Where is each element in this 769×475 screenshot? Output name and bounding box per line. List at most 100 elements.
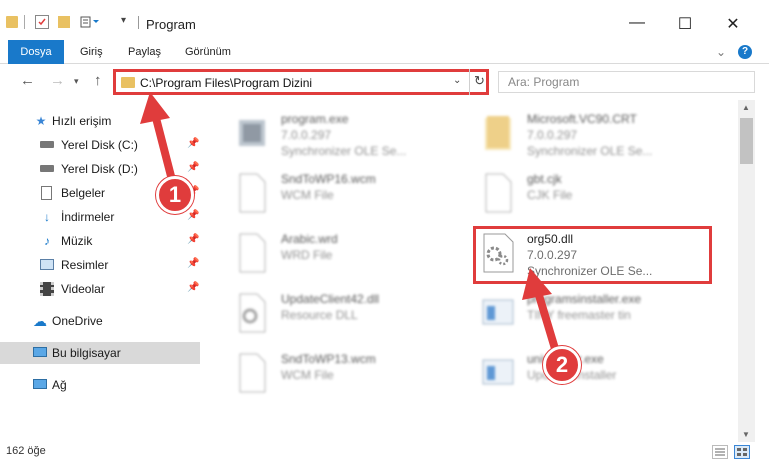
file-name: program.exe — [281, 112, 349, 126]
new-folder-icon[interactable] — [58, 16, 70, 28]
minimize-button[interactable]: — — [622, 14, 652, 34]
file-item[interactable]: Arabic.wrd WRD File — [235, 228, 475, 284]
sidebar-item-label: OneDrive — [52, 314, 103, 328]
title-separator — [138, 16, 139, 29]
tab-view[interactable]: Görünüm — [185, 40, 231, 64]
folder-icon — [6, 16, 18, 28]
drive-icon — [40, 165, 54, 172]
file-item[interactable]: programsinstaller.exe TINY freemaster ti… — [481, 288, 721, 344]
sidebar-item-label: Hızlı erişim — [52, 114, 112, 128]
file-description: Synchronizer OLE Se... — [527, 144, 653, 158]
sidebar-item-label: Bu bilgisayar — [52, 346, 121, 360]
help-icon[interactable]: ? — [738, 45, 752, 59]
vertical-scrollbar[interactable]: ▲ ▼ — [738, 100, 755, 442]
sidebar-item-videos[interactable]: Videolar 📌 — [0, 278, 200, 300]
tab-share[interactable]: Paylaş — [128, 40, 161, 64]
view-options-icon[interactable] — [80, 15, 100, 29]
search-input[interactable]: Ara: Program — [498, 71, 755, 93]
scroll-up-icon[interactable]: ▲ — [742, 103, 750, 112]
item-count: 162 öğe — [6, 445, 46, 457]
cloud-icon: ☁ — [33, 313, 47, 329]
file-type: WRD File — [281, 248, 333, 262]
application-icon — [235, 112, 269, 154]
file-version: 7.0.0.297 — [281, 128, 332, 142]
pin-icon[interactable]: 📌 — [187, 282, 199, 293]
pin-icon[interactable]: 📌 — [187, 138, 199, 149]
file-type: TINY freemaster tin — [527, 308, 631, 322]
pin-icon[interactable]: 📌 — [187, 210, 199, 221]
up-arrow-icon[interactable]: ↑ — [94, 72, 102, 89]
window-title: Program — [146, 17, 196, 32]
scroll-down-icon[interactable]: ▼ — [742, 430, 750, 439]
details-view-icon[interactable] — [712, 445, 728, 459]
file-description: Synchronizer OLE Se... — [281, 144, 407, 158]
sidebar-item-label: Ağ — [52, 378, 67, 392]
maximize-button[interactable]: ☐ — [670, 14, 700, 34]
properties-icon[interactable] — [35, 15, 49, 29]
scroll-thumb[interactable] — [740, 118, 753, 164]
document-icon — [235, 352, 269, 394]
separator-icon — [24, 15, 25, 29]
file-name: Arabic.wrd — [281, 232, 338, 246]
file-name: UpdateClient42.dll — [281, 292, 380, 306]
customize-toolbar-icon[interactable]: ▾ — [121, 15, 135, 29]
document-icon — [235, 172, 269, 214]
pin-icon[interactable]: 📌 — [187, 234, 199, 245]
navigation-pane: ★ Hızlı erişim Yerel Disk (C:) 📌 Yerel D… — [0, 104, 204, 446]
tab-home[interactable]: Giriş — [80, 40, 103, 64]
document-icon — [481, 172, 515, 214]
network-icon — [33, 379, 47, 389]
file-item[interactable]: UpdateClient42.dll Resource DLL — [235, 288, 475, 344]
computer-icon — [33, 347, 47, 357]
ribbon: Dosya Giriş Paylaş Görünüm ⌄ ? — [0, 40, 769, 64]
file-item[interactable]: uninstaller.exe Updates installer — [481, 348, 721, 404]
file-item[interactable]: SndToWP13.wcm WCM File — [235, 348, 475, 404]
refresh-icon[interactable]: ↻ — [469, 69, 489, 95]
document-icon — [235, 232, 269, 274]
forward-arrow-icon[interactable]: → — [50, 72, 65, 89]
address-bar[interactable]: C:\Program Files\Program Dizini ⌄ ↻ — [113, 69, 489, 95]
sidebar-item-label: İndirmeler — [61, 210, 115, 224]
sidebar-item-label: Yerel Disk (C:) — [61, 138, 138, 152]
sidebar-item-local-disk-c[interactable]: Yerel Disk (C:) 📌 — [0, 134, 200, 156]
sidebar-item-this-pc[interactable]: Bu bilgisayar — [0, 342, 200, 364]
file-name: gbt.cjk — [527, 172, 562, 186]
sidebar-item-music[interactable]: ♪ Müzik 📌 — [0, 230, 200, 252]
sidebar-item-label: Belgeler — [61, 186, 106, 200]
large-icons-view-icon[interactable] — [734, 445, 750, 459]
file-item[interactable]: SndToWP16.wcm WCM File — [235, 168, 475, 224]
sidebar-item-pictures[interactable]: Resimler 📌 — [0, 254, 200, 276]
file-item[interactable]: program.exe 7.0.0.297 Synchronizer OLE S… — [235, 108, 475, 164]
file-name: programsinstaller.exe — [527, 292, 642, 306]
file-item[interactable]: Microsoft.VC90.CRT 7.0.0.297 Synchronize… — [481, 108, 721, 164]
file-name: Microsoft.VC90.CRT — [527, 112, 637, 126]
close-button[interactable]: ✕ — [718, 14, 748, 34]
file-type: WCM File — [281, 188, 334, 202]
folder-icon — [121, 77, 135, 88]
sidebar-item-label: Resimler — [61, 258, 109, 272]
file-name: SndToWP13.wcm — [281, 352, 376, 366]
picture-icon — [40, 259, 54, 270]
download-icon: ↓ — [44, 210, 50, 224]
dll-file-icon — [235, 292, 269, 334]
sidebar-item-label: Müzik — [61, 234, 93, 248]
file-name: SndToWP16.wcm — [281, 172, 376, 186]
drive-icon — [40, 141, 54, 148]
expand-ribbon-icon[interactable]: ⌄ — [716, 45, 726, 59]
tab-file[interactable]: Dosya — [8, 40, 64, 64]
sidebar-item-quick-access[interactable]: ★ Hızlı erişim — [0, 110, 200, 132]
title-bar: ▾ Program — ☐ ✕ — [0, 0, 769, 40]
file-item[interactable]: gbt.cjk CJK File — [481, 168, 721, 224]
chevron-down-icon[interactable]: ⌄ — [453, 75, 461, 86]
installer-icon — [481, 352, 515, 394]
sidebar-item-label: Videolar — [61, 282, 105, 296]
step-badge-2: 2 — [543, 346, 581, 384]
recent-locations-icon[interactable]: ▾ — [74, 76, 79, 87]
pin-icon[interactable]: 📌 — [187, 258, 199, 269]
address-path[interactable]: C:\Program Files\Program Dizini — [140, 76, 312, 90]
back-arrow-icon[interactable]: ← — [20, 72, 35, 89]
sidebar-item-onedrive[interactable]: ☁ OneDrive — [0, 310, 200, 332]
document-icon — [41, 186, 52, 200]
sidebar-item-network[interactable]: Ağ — [0, 374, 200, 396]
pin-icon[interactable]: 📌 — [187, 162, 199, 173]
